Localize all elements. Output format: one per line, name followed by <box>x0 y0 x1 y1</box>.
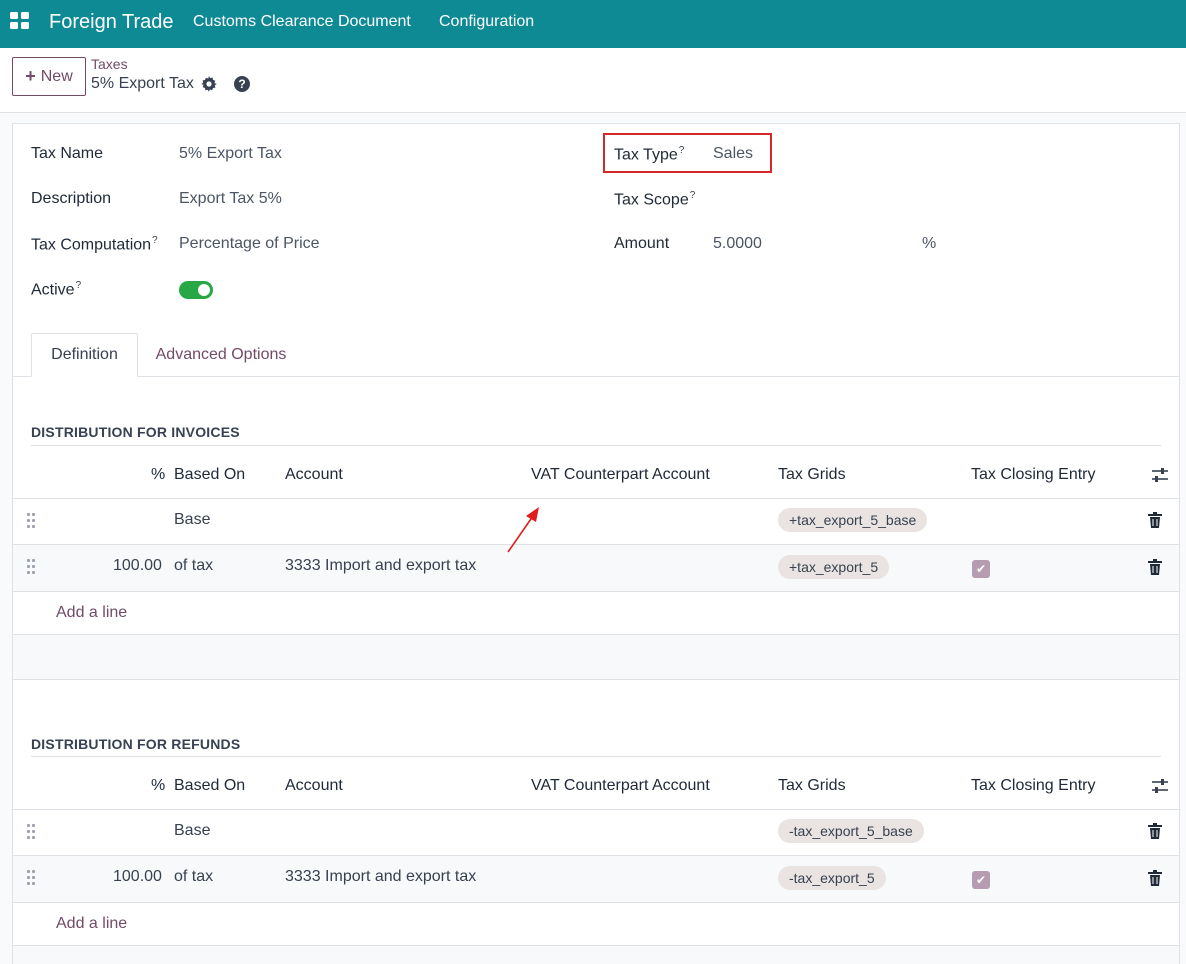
optional-columns-icon[interactable] <box>1151 467 1169 483</box>
percent-cell: 100.00 <box>113 557 162 574</box>
tooltip-mark[interactable]: ? <box>690 190 696 201</box>
tax-grid-tag[interactable]: +tax_export_5_base <box>778 508 928 532</box>
section-divider <box>31 756 1161 757</box>
col-tax-closing[interactable]: Tax Closing Entry <box>971 466 1096 484</box>
col-account[interactable]: Account <box>285 777 343 795</box>
col-percent[interactable]: % <box>151 466 165 484</box>
new-button[interactable]: + New <box>12 57 86 96</box>
description-field[interactable]: Export Tax 5% <box>179 190 282 208</box>
col-tax-closing[interactable]: Tax Closing Entry <box>971 777 1096 795</box>
active-toggle[interactable] <box>179 281 213 299</box>
col-based-on[interactable]: Based On <box>174 466 245 484</box>
section-divider <box>31 445 1161 446</box>
amount-unit: % <box>922 235 937 252</box>
row-divider <box>13 498 1179 499</box>
breadcrumb-taxes[interactable]: Taxes <box>91 56 128 72</box>
add-line-link[interactable]: Add a line <box>56 604 127 622</box>
percent-cell: 100.00 <box>113 868 162 885</box>
breadcrumb-current: 5% Export Tax <box>91 75 194 92</box>
top-navbar: Foreign Trade Customs Clearance Document… <box>0 0 1186 48</box>
annotation-arrow-icon <box>507 507 539 553</box>
col-tax-grids[interactable]: Tax Grids <box>778 466 846 484</box>
table-row[interactable]: 100.00 of tax 3333 Import and export tax… <box>13 856 1179 902</box>
refunds-section-title: DISTRIBUTION FOR REFUNDS <box>31 736 241 752</box>
col-tax-grids[interactable]: Tax Grids <box>778 777 846 795</box>
col-account[interactable]: Account <box>285 466 343 484</box>
tax-type-label: Tax Type? <box>614 145 685 164</box>
description-label: Description <box>31 190 112 207</box>
tax-name-field[interactable]: 5% Export Tax <box>179 145 282 163</box>
table-footer <box>13 946 1179 964</box>
based-on-cell: Base <box>174 511 211 528</box>
form-sheet: Tax Name 5% Export Tax Description Expor… <box>12 123 1180 964</box>
table-row[interactable]: 100.00 of tax 3333 Import and export tax… <box>13 545 1179 591</box>
row-divider <box>13 902 1179 903</box>
tax-computation-field[interactable]: Percentage of Price <box>179 235 320 253</box>
drag-handle-icon[interactable] <box>27 559 37 575</box>
control-panel: + New Taxes 5% Export Tax ? <box>0 48 1186 113</box>
optional-columns-icon[interactable] <box>1151 778 1169 794</box>
add-line-link[interactable]: Add a line <box>56 915 127 933</box>
row-divider <box>13 591 1179 592</box>
amount-label: Amount <box>614 235 670 252</box>
based-on-cell: of tax <box>174 557 214 574</box>
account-cell: 3333 Import and export tax <box>285 557 477 574</box>
trash-icon[interactable] <box>1148 823 1162 839</box>
new-button-label: New <box>40 67 73 85</box>
menu-customs-clearance[interactable]: Customs Clearance Document <box>193 13 411 31</box>
tax-grid-tag[interactable]: -tax_export_5 <box>778 866 886 890</box>
app-brand[interactable]: Foreign Trade <box>49 11 174 34</box>
drag-handle-icon[interactable] <box>27 513 37 529</box>
tax-scope-label: Tax Scope? <box>614 190 696 209</box>
col-percent[interactable]: % <box>151 777 165 795</box>
tax-computation-label: Tax Computation? <box>31 235 158 254</box>
apps-grid-icon[interactable] <box>10 12 29 29</box>
based-on-cell: of tax <box>174 868 214 885</box>
trash-icon[interactable] <box>1148 870 1162 886</box>
tooltip-mark[interactable]: ? <box>76 280 82 291</box>
tooltip-mark[interactable]: ? <box>152 235 158 246</box>
account-cell: 3333 Import and export tax <box>285 868 477 885</box>
row-divider <box>13 809 1179 810</box>
tax-grid-tag[interactable]: +tax_export_5 <box>778 555 890 579</box>
active-label: Active? <box>31 280 82 299</box>
tab-definition[interactable]: Definition <box>31 333 138 377</box>
invoices-section-title: DISTRIBUTION FOR INVOICES <box>31 424 240 440</box>
tax-closing-checkbox[interactable]: ✔ <box>972 871 990 889</box>
tax-grid-tag[interactable]: -tax_export_5_base <box>778 819 924 843</box>
tab-advanced-options[interactable]: Advanced Options <box>141 333 301 377</box>
row-divider <box>13 679 1179 680</box>
tooltip-mark[interactable]: ? <box>679 145 685 156</box>
tax-name-label: Tax Name <box>31 145 104 162</box>
table-footer <box>13 635 1179 679</box>
trash-icon[interactable] <box>1148 512 1162 528</box>
based-on-cell: Base <box>174 822 211 839</box>
drag-handle-icon[interactable] <box>27 870 37 886</box>
help-icon[interactable]: ? <box>234 76 250 92</box>
trash-icon[interactable] <box>1148 559 1162 575</box>
tax-closing-checkbox[interactable]: ✔ <box>972 560 990 578</box>
amount-field[interactable]: 5.0000 <box>713 235 762 253</box>
col-based-on[interactable]: Based On <box>174 777 245 795</box>
tax-type-field[interactable]: Sales <box>713 145 753 163</box>
drag-handle-icon[interactable] <box>27 824 37 840</box>
menu-configuration[interactable]: Configuration <box>439 13 534 31</box>
col-vat-counterpart[interactable]: VAT Counterpart Account <box>531 777 710 795</box>
col-vat-counterpart[interactable]: VAT Counterpart Account <box>531 466 710 484</box>
plus-icon: + <box>25 66 36 86</box>
gear-icon[interactable] <box>201 76 217 92</box>
